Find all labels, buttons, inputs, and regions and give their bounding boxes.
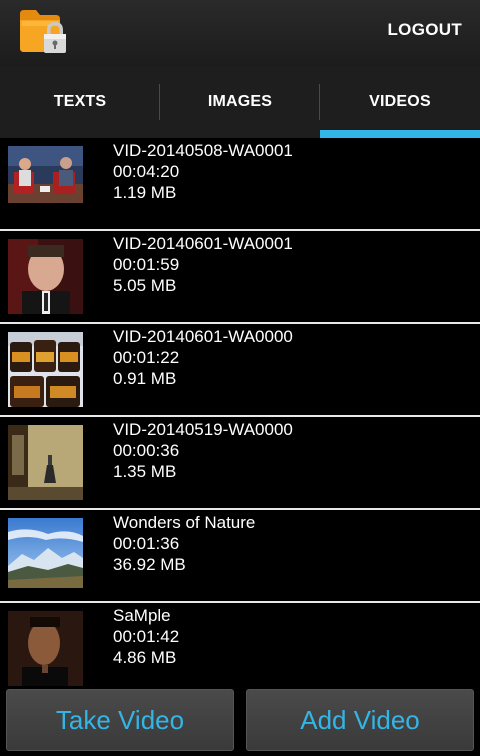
- video-duration: 00:01:36: [113, 534, 180, 553]
- video-meta: Wonders of Nature 00:01:36 36.92 MB: [113, 512, 255, 575]
- video-duration: 00:01:22: [113, 348, 180, 367]
- video-duration: 00:01:59: [113, 255, 180, 274]
- add-video-button[interactable]: Add Video: [246, 689, 474, 751]
- video-thumbnail: [8, 518, 83, 588]
- tab-videos[interactable]: VIDEOS: [320, 66, 480, 138]
- list-item[interactable]: VID-20140601-WA0000 00:01:22 0.91 MB: [0, 324, 480, 417]
- video-duration: 00:01:42: [113, 627, 180, 646]
- video-name: VID-20140519-WA0000: [113, 420, 293, 439]
- video-thumbnail: [8, 611, 83, 686]
- video-size: 36.92 MB: [113, 555, 186, 574]
- video-size: 0.91 MB: [113, 369, 177, 388]
- video-name: VID-20140601-WA0001: [113, 234, 293, 253]
- list-item[interactable]: Wonders of Nature 00:01:36 36.92 MB: [0, 510, 480, 603]
- folder-lock-icon[interactable]: [16, 6, 70, 56]
- selected-tab-indicator: [320, 130, 480, 138]
- list-item[interactable]: SaMple 00:01:42 4.86 MB: [0, 603, 480, 696]
- list-item[interactable]: VID-20140601-WA0001 00:01:59 5.05 MB: [0, 231, 480, 324]
- video-duration: 00:00:36: [113, 441, 180, 460]
- tab-bar: TEXTS IMAGES VIDEOS: [0, 66, 480, 138]
- video-meta: SaMple 00:01:42 4.86 MB: [113, 605, 179, 668]
- video-list[interactable]: VID-20140508-WA0001 00:04:20 1.19 MB VID…: [0, 138, 480, 696]
- video-size: 4.86 MB: [113, 648, 177, 667]
- video-meta: VID-20140601-WA0000 00:01:22 0.91 MB: [113, 326, 293, 389]
- tab-label: TEXTS: [53, 93, 107, 110]
- video-size: 1.35 MB: [113, 462, 177, 481]
- video-name: VID-20140508-WA0001: [113, 141, 293, 160]
- video-meta: VID-20140508-WA0001 00:04:20 1.19 MB: [113, 140, 293, 203]
- video-size: 5.05 MB: [113, 276, 177, 295]
- tab-texts[interactable]: TEXTS: [0, 66, 160, 138]
- video-thumbnail: [8, 425, 83, 500]
- logout-button[interactable]: LOGOUT: [387, 20, 462, 40]
- video-thumbnail: [8, 332, 83, 407]
- video-name: Wonders of Nature: [113, 513, 256, 532]
- tab-label: VIDEOS: [369, 93, 431, 110]
- video-meta: VID-20140601-WA0001 00:01:59 5.05 MB: [113, 233, 293, 296]
- video-meta: VID-20140519-WA0000 00:00:36 1.35 MB: [113, 419, 293, 482]
- bottom-button-bar: Take Video Add Video: [0, 686, 480, 756]
- video-thumbnail: [8, 239, 83, 314]
- list-item[interactable]: VID-20140508-WA0001 00:04:20 1.19 MB: [0, 138, 480, 231]
- video-name: SaMple: [113, 606, 171, 625]
- video-name: VID-20140601-WA0000: [113, 327, 293, 346]
- take-video-button[interactable]: Take Video: [6, 689, 234, 751]
- action-bar: LOGOUT: [0, 0, 480, 66]
- list-item[interactable]: VID-20140519-WA0000 00:00:36 1.35 MB: [0, 417, 480, 510]
- tab-label: IMAGES: [207, 93, 273, 110]
- tab-images[interactable]: IMAGES: [160, 66, 320, 138]
- app-screen: LOGOUT TEXTS IMAGES VIDEOS VID-20140508-…: [0, 0, 480, 756]
- video-thumbnail: [8, 146, 83, 203]
- video-duration: 00:04:20: [113, 162, 180, 181]
- video-size: 1.19 MB: [113, 183, 177, 202]
